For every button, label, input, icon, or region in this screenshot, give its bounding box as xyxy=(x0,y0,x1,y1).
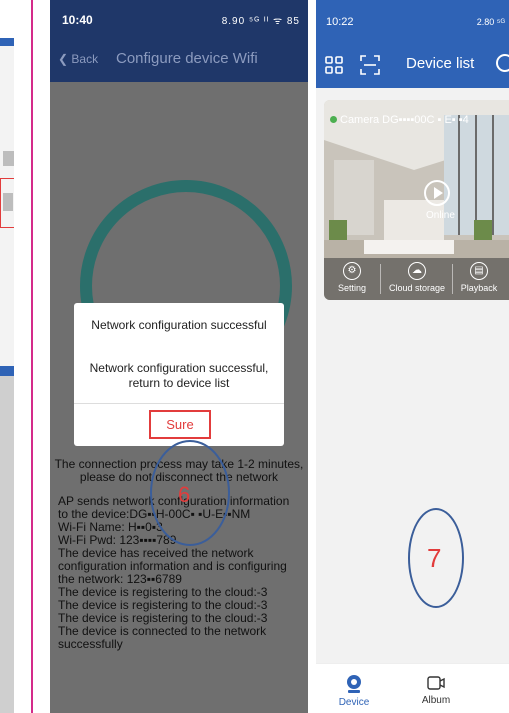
dialog-title: Network configuration successful xyxy=(91,318,267,332)
left-header-bar xyxy=(0,38,14,46)
status-time: 10:22 xyxy=(326,16,354,28)
online-dot-icon xyxy=(330,116,337,123)
status-icons: 8.90 ⁵ᴳ ᴵᴵ ᯤ 85 xyxy=(221,16,300,27)
camera-toolbar: ⚙ Setting ☁ Cloud storage ▤ Playback xyxy=(324,258,509,300)
left-content-area-2 xyxy=(0,376,14,713)
tab-album-label: Album xyxy=(421,695,451,706)
step-number: 7 xyxy=(427,543,442,573)
status-time: 10:40 xyxy=(62,13,93,27)
status-bar: 10:40 8.90 ⁵ᴳ ᴵᴵ ᯤ 85 xyxy=(50,0,308,38)
cloud-storage-button[interactable]: ☁ Cloud storage xyxy=(382,262,452,293)
left-cropped-screen xyxy=(0,0,14,713)
chevron-left-icon: ❮ xyxy=(58,52,69,66)
album-icon xyxy=(427,676,445,690)
panel-divider xyxy=(14,0,36,713)
setting-button[interactable]: ⚙ Setting xyxy=(328,262,376,293)
device-list-screen: 10:22 2.80 ⁵ᴳ Device list Camera DG▪▪▪▪0… xyxy=(316,0,509,713)
toolbar-divider xyxy=(380,264,381,294)
camera-card[interactable]: Camera DG▪▪▪▪00C ▪ E▪ ▪4 Online ⚙ Settin… xyxy=(324,100,509,300)
page-title: Configure device Wifi xyxy=(116,50,258,67)
tab-album[interactable]: Album xyxy=(416,674,456,706)
screenshot-collage: 10:40 8.90 ⁵ᴳ ᴵᴵ ᯤ 85 ❮ Back Configure d… xyxy=(0,0,509,713)
setting-label: Setting xyxy=(337,283,367,293)
status-bar: 10:22 2.80 ⁵ᴳ xyxy=(316,0,509,40)
device-list: Camera DG▪▪▪▪00C ▪ E▪ ▪4 Online ⚙ Settin… xyxy=(316,88,509,663)
page-title: Device list xyxy=(406,55,475,72)
step-number: 6 xyxy=(178,482,191,507)
log-line: successfully xyxy=(58,637,123,651)
playback-button[interactable]: ▤ Playback xyxy=(454,262,504,293)
toolbar-divider xyxy=(452,264,453,294)
left-highlighted-control[interactable] xyxy=(0,178,14,228)
dialog-message: Network configuration successful, return… xyxy=(89,361,269,390)
configure-wifi-screen: 10:40 8.90 ⁵ᴳ ᴵᴵ ᯤ 85 ❮ Back Configure d… xyxy=(50,0,308,713)
back-button[interactable]: ❮ Back xyxy=(58,52,98,66)
playback-label: Playback xyxy=(460,283,498,293)
camera-icon xyxy=(347,675,361,693)
scan-icon[interactable] xyxy=(360,55,380,75)
success-dialog: Network configuration successful Network… xyxy=(74,303,284,446)
tab-device[interactable]: Device xyxy=(336,674,372,708)
left-header-bar-2 xyxy=(0,366,14,376)
dialog-divider xyxy=(74,403,284,404)
status-icons: 2.80 ⁵ᴳ xyxy=(476,17,505,27)
gear-icon: ⚙ xyxy=(343,262,361,280)
tab-device-label: Device xyxy=(338,697,370,708)
nav-bar: ❮ Back Configure device Wifi xyxy=(50,38,308,82)
cloud-storage-label: Cloud storage xyxy=(388,283,446,293)
nav-bar: Device list xyxy=(316,40,509,88)
camera-name: Camera DG▪▪▪▪00C ▪ E▪ ▪4 xyxy=(330,114,469,126)
sure-button[interactable]: Sure xyxy=(149,410,211,439)
camera-name-text: Camera DG▪▪▪▪00C ▪ E▪ ▪4 xyxy=(340,114,469,126)
left-control[interactable] xyxy=(3,151,14,166)
play-icon[interactable] xyxy=(424,180,450,206)
bottom-tab-bar: Device Album xyxy=(316,663,509,713)
playback-icon: ▤ xyxy=(470,262,488,280)
grid-icon[interactable] xyxy=(325,56,343,74)
online-status: Online xyxy=(426,210,455,221)
search-icon[interactable] xyxy=(496,54,509,72)
cloud-icon: ☁ xyxy=(408,262,426,280)
back-label: Back xyxy=(71,52,99,66)
